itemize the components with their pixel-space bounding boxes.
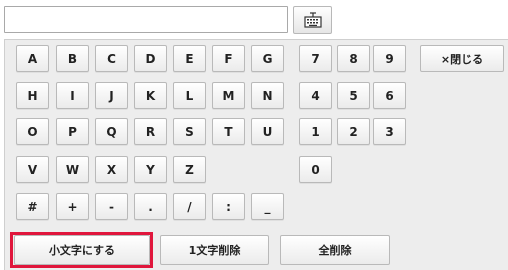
text-input[interactable] — [4, 6, 288, 33]
key-q[interactable]: Q — [95, 118, 128, 145]
key-z[interactable]: Z — [173, 156, 206, 183]
key-m[interactable]: M — [212, 82, 245, 109]
key-minus[interactable]: - — [95, 193, 128, 220]
key-n[interactable]: N — [251, 82, 284, 109]
key-x[interactable]: X — [95, 156, 128, 183]
key-u[interactable]: U — [251, 118, 284, 145]
key-3[interactable]: 3 — [373, 118, 406, 145]
key-f[interactable]: F — [212, 45, 245, 72]
delete-all-button[interactable]: 全削除 — [280, 235, 390, 265]
key-slash[interactable]: / — [173, 193, 206, 220]
key-w[interactable]: W — [56, 156, 89, 183]
key-t[interactable]: T — [212, 118, 245, 145]
key-1[interactable]: 1 — [299, 118, 332, 145]
key-r[interactable]: R — [134, 118, 167, 145]
key-d[interactable]: D — [134, 45, 167, 72]
key-v[interactable]: V — [16, 156, 49, 183]
key-4[interactable]: 4 — [299, 82, 332, 109]
key-o[interactable]: O — [16, 118, 49, 145]
key-5[interactable]: 5 — [337, 82, 370, 109]
key-0[interactable]: 0 — [299, 156, 332, 183]
key-j[interactable]: J — [95, 82, 128, 109]
key-a[interactable]: A — [16, 45, 49, 72]
key-hash[interactable]: # — [16, 193, 49, 220]
key-plus[interactable]: + — [56, 193, 89, 220]
key-g[interactable]: G — [251, 45, 284, 72]
key-i[interactable]: I — [56, 82, 89, 109]
key-b[interactable]: B — [56, 45, 89, 72]
key-dot[interactable]: . — [134, 193, 167, 220]
key-h[interactable]: H — [16, 82, 49, 109]
keyboard-icon — [303, 12, 322, 28]
keyboard-toggle-button[interactable] — [293, 6, 332, 34]
key-p[interactable]: P — [56, 118, 89, 145]
key-9[interactable]: 9 — [373, 45, 406, 72]
key-2[interactable]: 2 — [337, 118, 370, 145]
lowercase-button[interactable]: 小文字にする — [14, 235, 150, 265]
key-k[interactable]: K — [134, 82, 167, 109]
key-underscore[interactable]: _ — [251, 193, 284, 220]
key-y[interactable]: Y — [134, 156, 167, 183]
key-l[interactable]: L — [173, 82, 206, 109]
key-c[interactable]: C — [95, 45, 128, 72]
delete-one-char-button[interactable]: 1文字削除 — [160, 235, 269, 265]
key-8[interactable]: 8 — [337, 45, 370, 72]
key-e[interactable]: E — [173, 45, 206, 72]
key-s[interactable]: S — [173, 118, 206, 145]
key-6[interactable]: 6 — [373, 82, 406, 109]
key-7[interactable]: 7 — [299, 45, 332, 72]
close-button[interactable]: ×閉じる — [420, 45, 504, 72]
key-colon[interactable]: : — [212, 193, 245, 220]
